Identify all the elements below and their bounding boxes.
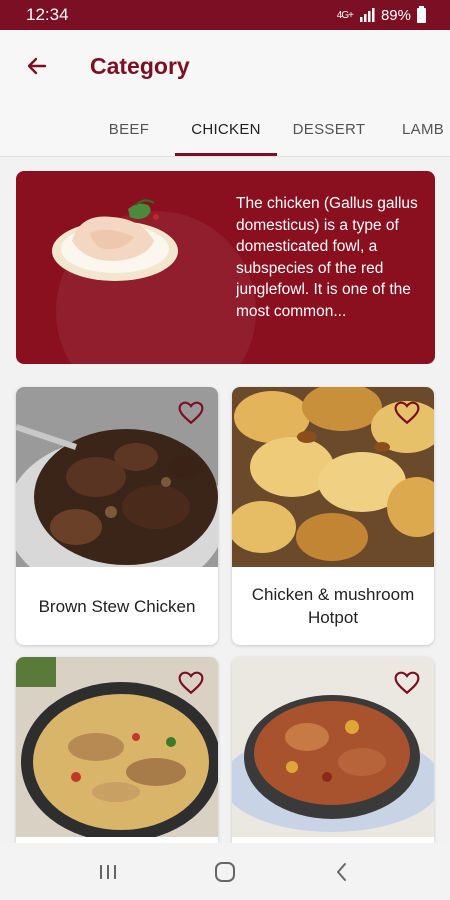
status-bar: 12:34 4G+ 89% <box>0 0 450 30</box>
status-indicators: 4G+ 89% <box>336 5 426 24</box>
page-title: Category <box>90 52 190 79</box>
arrow-left-icon <box>27 57 47 75</box>
system-back-button[interactable] <box>322 852 362 892</box>
heart-outline-icon[interactable] <box>178 401 204 425</box>
category-banner: The chicken (Gallus gallus domesticus) i… <box>16 171 435 364</box>
tab-chicken[interactable]: CHICKEN <box>175 102 277 156</box>
meal-card[interactable] <box>232 657 434 857</box>
status-time: 12:34 <box>26 5 69 24</box>
home-icon <box>214 861 235 882</box>
active-tab-indicator <box>175 153 277 156</box>
heart-outline-icon[interactable] <box>178 671 204 695</box>
heart-outline-icon[interactable] <box>394 671 420 695</box>
category-description: The chicken (Gallus gallus domesticus) i… <box>236 195 418 320</box>
heart-outline-icon[interactable] <box>394 401 420 425</box>
tab-lamb[interactable]: LAMB <box>388 102 450 156</box>
app-bar: Category <box>0 30 450 102</box>
network-type: 4G+ <box>336 9 354 21</box>
back-button[interactable] <box>12 41 62 91</box>
meal-card[interactable] <box>16 657 218 857</box>
system-nav-bar <box>0 843 450 900</box>
recents-button[interactable] <box>88 852 128 892</box>
recents-icon <box>100 864 117 879</box>
home-button[interactable] <box>205 852 245 892</box>
meal-card[interactable]: Brown Stew Chicken <box>16 387 218 645</box>
back-chevron-icon <box>336 862 346 881</box>
battery-percent: 89% <box>380 6 411 24</box>
tab-dessert[interactable]: DESSERT <box>283 102 375 156</box>
category-tabs: BEEF CHICKEN DESSERT LAMB <box>0 102 450 157</box>
meal-name: Chicken & mushroom Hotpot <box>251 585 415 627</box>
meal-card[interactable]: Chicken & mushroom Hotpot <box>232 387 434 645</box>
tab-beef[interactable]: BEEF <box>95 102 163 156</box>
meal-name: Brown Stew Chicken <box>38 596 196 616</box>
category-image <box>52 199 178 281</box>
signal-icon <box>359 8 375 22</box>
battery-icon <box>417 5 426 23</box>
